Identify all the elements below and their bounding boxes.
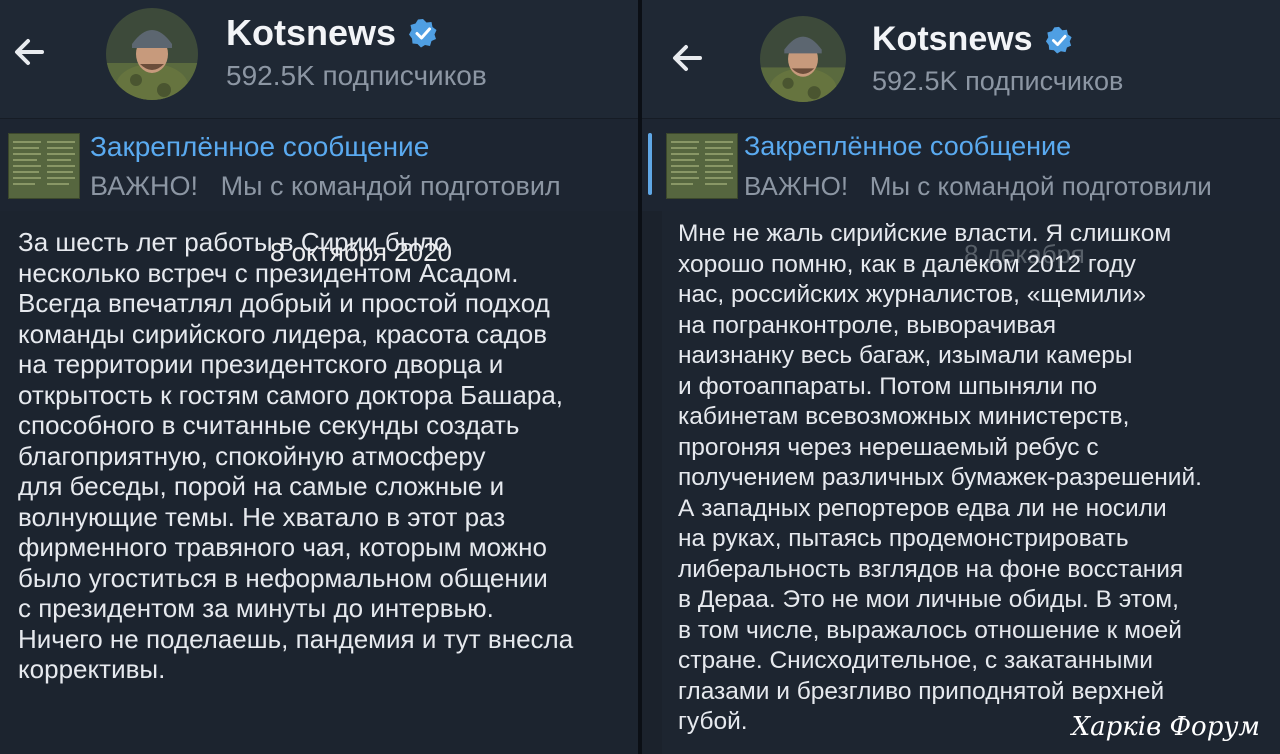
channel-title[interactable]: Kotsnews [226, 12, 396, 54]
pinned-thumbnail [666, 133, 738, 199]
pinned-thumbnail [8, 133, 80, 199]
message-feed: 8 октября 2020 За шесть лет работы в Сир… [0, 211, 638, 754]
message-line: стране. Снисходительное, с закатанными [678, 647, 1153, 674]
subscriber-count: 592.5K подписчиков [226, 60, 487, 91]
pinned-preview-text: Мы с командой подготовили [869, 171, 1212, 201]
message-line: команды сирийского лидера, красота садов [18, 318, 548, 349]
message-line: на погранконтроле, выворачивая [678, 311, 1056, 339]
chat-header: Kotsnews 592.5K подписчиков [642, 0, 1280, 118]
message-line: на территории президентского дворца и [18, 349, 504, 379]
channel-avatar[interactable] [760, 16, 846, 102]
message-line: прогоняя через нерешаемый ребус с [678, 433, 1099, 461]
left-screenshot: Kotsnews 592.5K подписчиков Закреплённое… [0, 0, 638, 754]
message-line: коррективы. [18, 654, 166, 684]
pinned-prefix: ВАЖНО! [744, 171, 849, 201]
pinned-message-bar[interactable]: Закреплённое сообщение ВАЖНО! Мы с коман… [0, 118, 638, 212]
subscriber-count: 592.5K подписчиков [872, 66, 1124, 96]
pinned-title: Закреплённое сообщение [90, 131, 430, 162]
message-line: Ничего не поделаешь, пандемия и тут внес… [18, 623, 574, 654]
message-line: фирменного травяного чая, которым можно [18, 532, 547, 562]
message-line: было угоститься в неформальном общении [18, 562, 548, 593]
message-line: хорошо помню, как в далеком 2012 году [678, 250, 1136, 278]
message-line: нас, российских журналистов, «щемили» [678, 281, 1146, 308]
message-line: для беседы, порой на самые сложные и [18, 471, 505, 501]
right-screenshot: Kotsnews 592.5K подписчиков Закреплённое… [642, 0, 1280, 754]
pinned-preview: ВАЖНО! Мы с командой подготовили [744, 171, 1212, 202]
message-line: несколько встреч с президентом Асадом. [18, 257, 519, 288]
forum-watermark: Харків Форум [1071, 712, 1260, 742]
pinned-title: Закреплённое сообщение [744, 131, 1072, 161]
pinned-prefix: ВАЖНО! [90, 171, 199, 201]
message-text[interactable]: За шесть лет работы в Сирии было нескольк… [18, 227, 573, 685]
message-line: Мне не жаль сирийские власти. Я слишком [678, 220, 1172, 247]
message-line: и фотоаппараты. Потом шпыняли по [678, 372, 1098, 400]
message-bubble: 8 октября 2020 За шесть лет работы в Сир… [0, 211, 638, 754]
message-line: получением различных бумажек-разрешений. [678, 464, 1202, 491]
back-arrow-icon[interactable] [8, 30, 52, 74]
message-line: За шесть лет работы в Сирии было [18, 227, 449, 257]
channel-avatar[interactable] [106, 8, 198, 100]
message-line: на руках, пытаясь продемонстрировать [678, 525, 1129, 552]
message-line: благоприятную, спокойную атмосферу [18, 440, 486, 471]
message-line: открытость к гостям самого доктора Башар… [18, 379, 564, 410]
channel-title[interactable]: Kotsnews [872, 20, 1033, 59]
pinned-preview-text: Мы с командой подготовил [220, 171, 561, 201]
message-line: в Дераа. Это не мои личные обиды. В этом… [678, 586, 1179, 613]
message-line: А западных репортеров едва ли не носили [678, 494, 1167, 522]
pinned-message-bar[interactable]: Закреплённое сообщение ВАЖНО! Мы с коман… [642, 118, 1280, 212]
message-bubble: 8 декабря Мне не жаль сирийские власти. … [662, 211, 1280, 754]
message-line: глазами и брезгливо приподнятой верхней [678, 677, 1165, 705]
verified-badge-icon [1045, 26, 1072, 54]
message-text[interactable]: Мне не жаль сирийские власти. Я слишком х… [678, 219, 1202, 738]
message-line: в том числе, выражалось отношение к моей [678, 616, 1182, 644]
verified-badge-icon [409, 19, 437, 48]
message-line: Всегда впечатлял добрый и простой подход [18, 288, 550, 318]
message-line: либеральность взглядов на фоне восстания [678, 555, 1184, 583]
message-line: наизнанку весь багаж, изымали камеры [678, 342, 1133, 369]
chat-header: Kotsnews 592.5K подписчиков [0, 0, 638, 118]
pinned-preview: ВАЖНО! Мы с командой подготовил [90, 171, 561, 202]
message-line: волнующие темы. Не хватало в этот раз [18, 501, 506, 532]
pinned-indicator [648, 133, 652, 195]
message-line: кабинетам всевозможных министерств, [678, 403, 1130, 430]
message-line: с президентом за минуты до интервью. [18, 593, 494, 623]
message-feed: 8 декабря Мне не жаль сирийские власти. … [642, 211, 1280, 754]
back-arrow-icon[interactable] [666, 36, 710, 80]
message-line: способного в считанные секунды создать [18, 410, 520, 440]
